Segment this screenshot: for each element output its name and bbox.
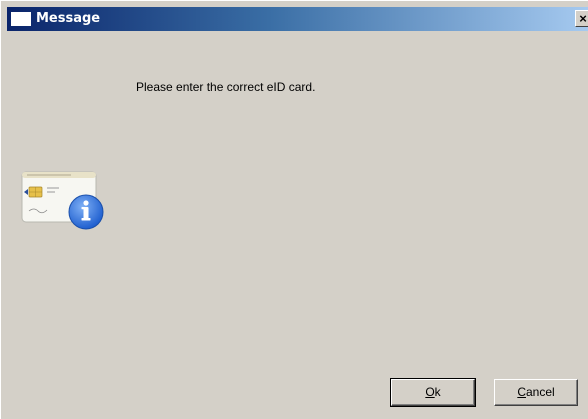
message-text: Please enter the correct eID card. bbox=[136, 80, 316, 94]
window-title: Message bbox=[36, 11, 101, 26]
eid-card-info-icon bbox=[21, 167, 107, 231]
ok-button[interactable]: Ok bbox=[390, 378, 476, 407]
title-bar[interactable]: Message × bbox=[7, 7, 588, 31]
message-dialog: Message × Please enter the correct eID c… bbox=[0, 0, 588, 419]
close-icon: × bbox=[579, 11, 587, 26]
cancel-button[interactable]: Cancel bbox=[494, 379, 578, 406]
ok-button-label: Ok bbox=[425, 385, 441, 399]
cancel-button-label: Cancel bbox=[517, 385, 555, 399]
window-icon bbox=[11, 12, 31, 26]
close-button[interactable]: × bbox=[575, 10, 588, 27]
